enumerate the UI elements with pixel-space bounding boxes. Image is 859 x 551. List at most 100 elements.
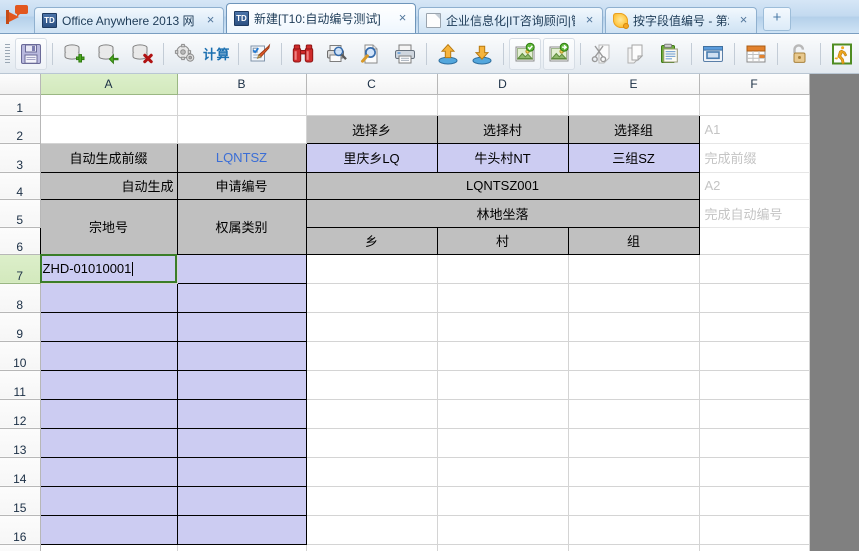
check-edit-button[interactable] — [244, 38, 276, 70]
cell-A9[interactable] — [39, 311, 178, 342]
cell-B15[interactable] — [176, 485, 307, 516]
column-header-a[interactable]: A — [40, 74, 178, 95]
replace-image-button[interactable] — [543, 37, 576, 70]
cell-B17[interactable] — [177, 544, 307, 551]
cell-D10[interactable] — [437, 341, 569, 371]
exit-button[interactable] — [826, 38, 858, 70]
cell-B3[interactable]: LQNTSZ — [176, 142, 307, 173]
notification-flag-icon[interactable] — [0, 1, 34, 33]
cell-B10[interactable] — [176, 340, 307, 371]
zoom-button[interactable] — [355, 38, 387, 70]
cell-F7[interactable] — [699, 254, 810, 284]
copy-button[interactable] — [620, 38, 652, 70]
cell-E2[interactable]: 选择组 — [567, 114, 700, 144]
row-header-14[interactable]: 14 — [0, 457, 41, 487]
cell-B4[interactable]: 申请编号 — [176, 171, 307, 200]
select-all-corner[interactable] — [0, 74, 41, 95]
cell-A10[interactable] — [39, 340, 178, 371]
print-button[interactable] — [389, 38, 421, 70]
cell-E13[interactable] — [568, 428, 700, 458]
cell-D12[interactable] — [437, 399, 569, 429]
cell-E10[interactable] — [568, 341, 700, 371]
row-header-11[interactable]: 11 — [0, 370, 41, 400]
cell-C6[interactable]: 乡 — [305, 226, 438, 255]
browser-tab-4[interactable]: 按字段值编号 - 第2页 - 驻 × — [605, 7, 757, 33]
cell-D15[interactable] — [437, 486, 569, 516]
row-header-9[interactable]: 9 — [0, 312, 41, 342]
row-header-16[interactable]: 16 — [0, 515, 41, 545]
cell-C15[interactable] — [306, 486, 438, 516]
insert-image-button[interactable] — [509, 37, 542, 70]
cell-C4-merged[interactable]: LQNTSZ001 — [305, 171, 700, 200]
cell-F8[interactable] — [699, 283, 810, 313]
cell-E6[interactable]: 组 — [567, 226, 700, 255]
cell-C5-merged[interactable]: 林地坐落 — [305, 198, 700, 228]
cell-F6[interactable] — [699, 227, 810, 255]
cell-D6[interactable]: 村 — [436, 226, 569, 255]
cell-F17[interactable] — [699, 544, 810, 551]
cell-C8[interactable] — [306, 283, 438, 313]
cell-A15[interactable] — [39, 485, 178, 516]
window-button[interactable] — [697, 38, 729, 70]
row-header-5[interactable]: 5 — [0, 199, 41, 228]
cell-C10[interactable] — [306, 341, 438, 371]
cell-A11[interactable] — [39, 369, 178, 400]
cell-C16[interactable] — [306, 515, 438, 545]
close-icon[interactable]: × — [396, 11, 409, 25]
cell-F10[interactable] — [699, 341, 810, 371]
cell-F1[interactable] — [699, 94, 810, 116]
cell-B7[interactable] — [176, 253, 307, 284]
cell-B2[interactable] — [177, 115, 307, 144]
cell-E3[interactable]: 三组SZ — [567, 142, 700, 173]
cell-B9[interactable] — [176, 311, 307, 342]
cell-F12[interactable] — [699, 399, 810, 429]
lock-button[interactable] — [783, 38, 815, 70]
cell-B14[interactable] — [176, 456, 307, 487]
row-header-7[interactable]: 7 — [0, 254, 41, 284]
cell-A2[interactable] — [40, 115, 178, 144]
add-record-button[interactable] — [58, 38, 90, 70]
cell-F3[interactable]: 完成前缀 — [699, 143, 810, 173]
cell-D9[interactable] — [437, 312, 569, 342]
cell-C11[interactable] — [306, 370, 438, 400]
find-button[interactable] — [287, 38, 319, 70]
cell-B13[interactable] — [176, 427, 307, 458]
new-tab-button[interactable]: + — [763, 7, 791, 31]
cell-E16[interactable] — [568, 515, 700, 545]
cell-F2[interactable]: A1 — [699, 115, 810, 144]
row-header-17[interactable]: 17 — [0, 544, 41, 551]
cell-A8[interactable] — [39, 282, 178, 313]
cell-D3[interactable]: 牛头村NT — [436, 142, 569, 173]
cell-F9[interactable] — [699, 312, 810, 342]
cell-F5[interactable]: 完成自动编号 — [699, 199, 810, 228]
import-record-button[interactable] — [92, 38, 124, 70]
row-header-6[interactable]: 6 — [0, 227, 41, 255]
cell-D16[interactable] — [437, 515, 569, 545]
cell-C12[interactable] — [306, 399, 438, 429]
cell-F15[interactable] — [699, 486, 810, 516]
cell-E15[interactable] — [568, 486, 700, 516]
cell-E8[interactable] — [568, 283, 700, 313]
cell-E12[interactable] — [568, 399, 700, 429]
active-cell-A7[interactable]: ZHD-01010001 — [40, 254, 178, 284]
browser-tab-2[interactable]: TD 新建[T10:自动编号测试] × — [226, 3, 416, 33]
cell-E9[interactable] — [568, 312, 700, 342]
calculate-button[interactable] — [169, 38, 201, 70]
row-header-10[interactable]: 10 — [0, 341, 41, 371]
row-header-12[interactable]: 12 — [0, 399, 41, 429]
cell-E1[interactable] — [568, 94, 700, 116]
close-icon[interactable]: × — [583, 13, 596, 27]
close-icon[interactable]: × — [204, 13, 217, 27]
cell-C3[interactable]: 里庆乡LQ — [305, 142, 438, 173]
cell-A14[interactable] — [39, 456, 178, 487]
cell-C9[interactable] — [306, 312, 438, 342]
cell-D11[interactable] — [437, 370, 569, 400]
cell-A4[interactable]: 自动生成 — [39, 171, 178, 200]
cell-A13[interactable] — [39, 427, 178, 458]
toolbar-grip[interactable] — [4, 42, 11, 65]
cell-D1[interactable] — [437, 94, 569, 116]
cell-F4[interactable]: A2 — [699, 172, 810, 200]
cell-A16[interactable] — [39, 514, 178, 545]
row-header-4[interactable]: 4 — [0, 172, 41, 200]
cell-C14[interactable] — [306, 457, 438, 487]
